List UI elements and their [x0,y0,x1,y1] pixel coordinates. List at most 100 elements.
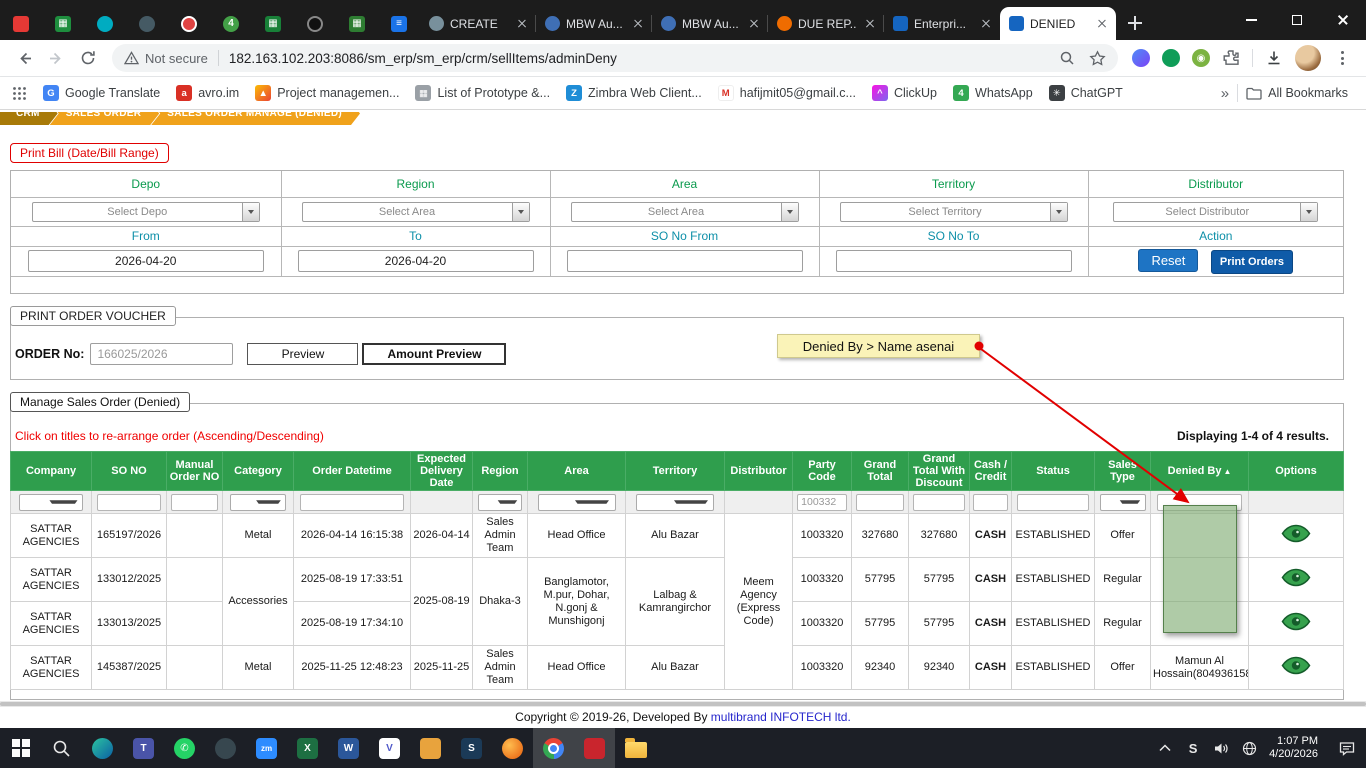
taskbar-zoom[interactable]: zm [246,728,287,768]
pinned-tab-6[interactable]: 4 [210,7,252,40]
zoom-icon[interactable] [1059,50,1075,66]
col-company[interactable]: Company [11,452,92,491]
pinned-tab-9[interactable]: ▦ [336,7,378,40]
territory-select[interactable]: Select Territory [840,202,1068,222]
cash-credit-filter-input[interactable] [973,494,1007,511]
preview-button[interactable]: Preview [247,343,358,365]
col-territory[interactable]: Territory [626,452,725,491]
chevron-down-icon[interactable] [1300,203,1317,221]
taskbar-clock[interactable]: 1:07 PM 4/20/2026 [1263,735,1328,761]
pinned-tab-2[interactable]: ▦ [42,7,84,40]
view-order-eye-icon[interactable] [1281,568,1311,587]
tab-close-icon[interactable] [978,16,994,32]
taskbar-app-dark[interactable] [205,728,246,768]
category-filter-select[interactable] [230,494,286,511]
sales-type-filter-select[interactable] [1100,494,1146,511]
grand-total-filter-input[interactable] [856,494,904,511]
col-area[interactable]: Area [528,452,626,491]
col-category[interactable]: Category [223,452,294,491]
taskbar-excel[interactable]: X [287,728,328,768]
tab-close-icon[interactable] [862,16,878,32]
taskbar-whatsapp[interactable]: ✆ [164,728,205,768]
chevron-down-icon[interactable] [1050,203,1067,221]
extensions-puzzle-icon[interactable] [1222,49,1240,67]
col-options[interactable]: Options [1249,452,1344,491]
bookmark-google-translate[interactable]: GGoogle Translate [35,81,168,105]
depo-select[interactable]: Select Depo [32,202,260,222]
area-select[interactable]: Select Area [571,202,799,222]
view-order-eye-icon[interactable] [1281,656,1311,675]
company-filter-select[interactable] [19,494,83,511]
back-button[interactable] [8,42,40,74]
taskbar-snagit[interactable]: S [451,728,492,768]
taskbar-adobe-active[interactable] [574,728,615,768]
window-close-button[interactable] [1320,0,1366,40]
party-code-filter-input[interactable] [797,494,847,511]
chevron-down-icon[interactable] [781,203,798,221]
extension-2-icon[interactable] [1162,49,1180,67]
order-datetime-filter-input[interactable] [300,494,403,511]
taskbar-visio[interactable]: V [369,728,410,768]
tab-close-icon[interactable] [630,16,646,32]
bookmark-gmail[interactable]: Mhafijmit05@gmail.c... [710,81,864,105]
address-bar[interactable]: Not secure 182.163.102.203:8086/sm_erp/s… [112,44,1118,72]
taskbar-app-yellow[interactable] [410,728,451,768]
reset-button[interactable]: Reset [1138,249,1198,272]
taskbar-firefox[interactable] [492,728,533,768]
col-party-code[interactable]: Party Code [793,452,852,491]
taskbar-chrome-active[interactable] [533,728,574,768]
region-filter-select[interactable] [478,494,522,511]
taskbar-word[interactable]: W [328,728,369,768]
col-expected-delivery-date[interactable]: Expected Delivery Date [411,452,473,491]
tray-volume[interactable] [1207,728,1235,768]
profile-avatar[interactable] [1295,45,1321,71]
tab-close-icon[interactable] [1094,16,1110,32]
url-text[interactable]: 182.163.102.203:8086/sm_erp/sm_erp/crm/s… [229,51,1049,66]
view-order-eye-icon[interactable] [1281,612,1311,631]
bookmarks-overflow-chevron[interactable]: » [1213,85,1237,102]
from-date-input[interactable] [28,250,264,272]
extension-1-icon[interactable] [1132,49,1150,67]
taskbar-edge[interactable] [82,728,123,768]
col-denied-by-sorted[interactable]: Denied By▲ [1151,452,1249,491]
scrollbar-thumb[interactable] [0,702,1366,706]
notification-center-button[interactable] [1328,728,1366,768]
tab-create[interactable]: CREATE [420,7,536,40]
start-button[interactable] [0,728,41,768]
tray-chevron-up[interactable] [1151,728,1179,768]
tab-mbw-2[interactable]: MBW Au... [652,7,768,40]
chevron-down-icon[interactable] [512,203,529,221]
view-order-eye-icon[interactable] [1281,524,1311,543]
pinned-tab-5[interactable] [168,7,210,40]
browser-menu-kebab-icon[interactable] [1333,51,1352,65]
taskbar-file-explorer[interactable] [615,728,656,768]
pinned-tab-3[interactable] [84,7,126,40]
developer-link[interactable]: multibrand INFOTECH ltd. [711,710,851,724]
status-filter-input[interactable] [1017,494,1089,511]
distributor-select[interactable]: Select Distributor [1113,202,1318,222]
chevron-down-icon[interactable] [242,203,259,221]
so-no-from-input[interactable] [567,250,803,272]
tray-app-s[interactable]: S [1179,728,1207,768]
horizontal-scrollbar[interactable] [0,701,1366,707]
bookmark-prototype-list[interactable]: ▦List of Prototype &... [407,81,558,105]
all-bookmarks-button[interactable]: All Bookmarks [1238,81,1356,105]
bookmark-whatsapp[interactable]: 4WhatsApp [945,81,1041,105]
apps-grid-icon[interactable] [12,86,27,101]
new-tab-button[interactable] [1120,8,1150,38]
manual-order-filter-input[interactable] [171,494,218,511]
pinned-tab-1[interactable] [0,7,42,40]
extension-3-eye-icon[interactable]: ◉ [1192,49,1210,67]
bookmark-project-management[interactable]: ▲Project managemen... [247,81,407,105]
col-grand-total[interactable]: Grand Total [852,452,909,491]
breadcrumb-crm[interactable]: CRM [0,112,58,125]
reload-button[interactable] [72,42,104,74]
pinned-tab-7[interactable]: ▦ [252,7,294,40]
print-orders-button[interactable]: Print Orders [1211,250,1293,274]
order-no-input[interactable] [90,343,233,365]
tab-mbw-1[interactable]: MBW Au... [536,7,652,40]
window-maximize-button[interactable] [1274,0,1320,40]
col-distributor[interactable]: Distributor [725,452,793,491]
pinned-tab-8[interactable] [294,7,336,40]
tab-enterprise[interactable]: Enterpri... [884,7,1000,40]
